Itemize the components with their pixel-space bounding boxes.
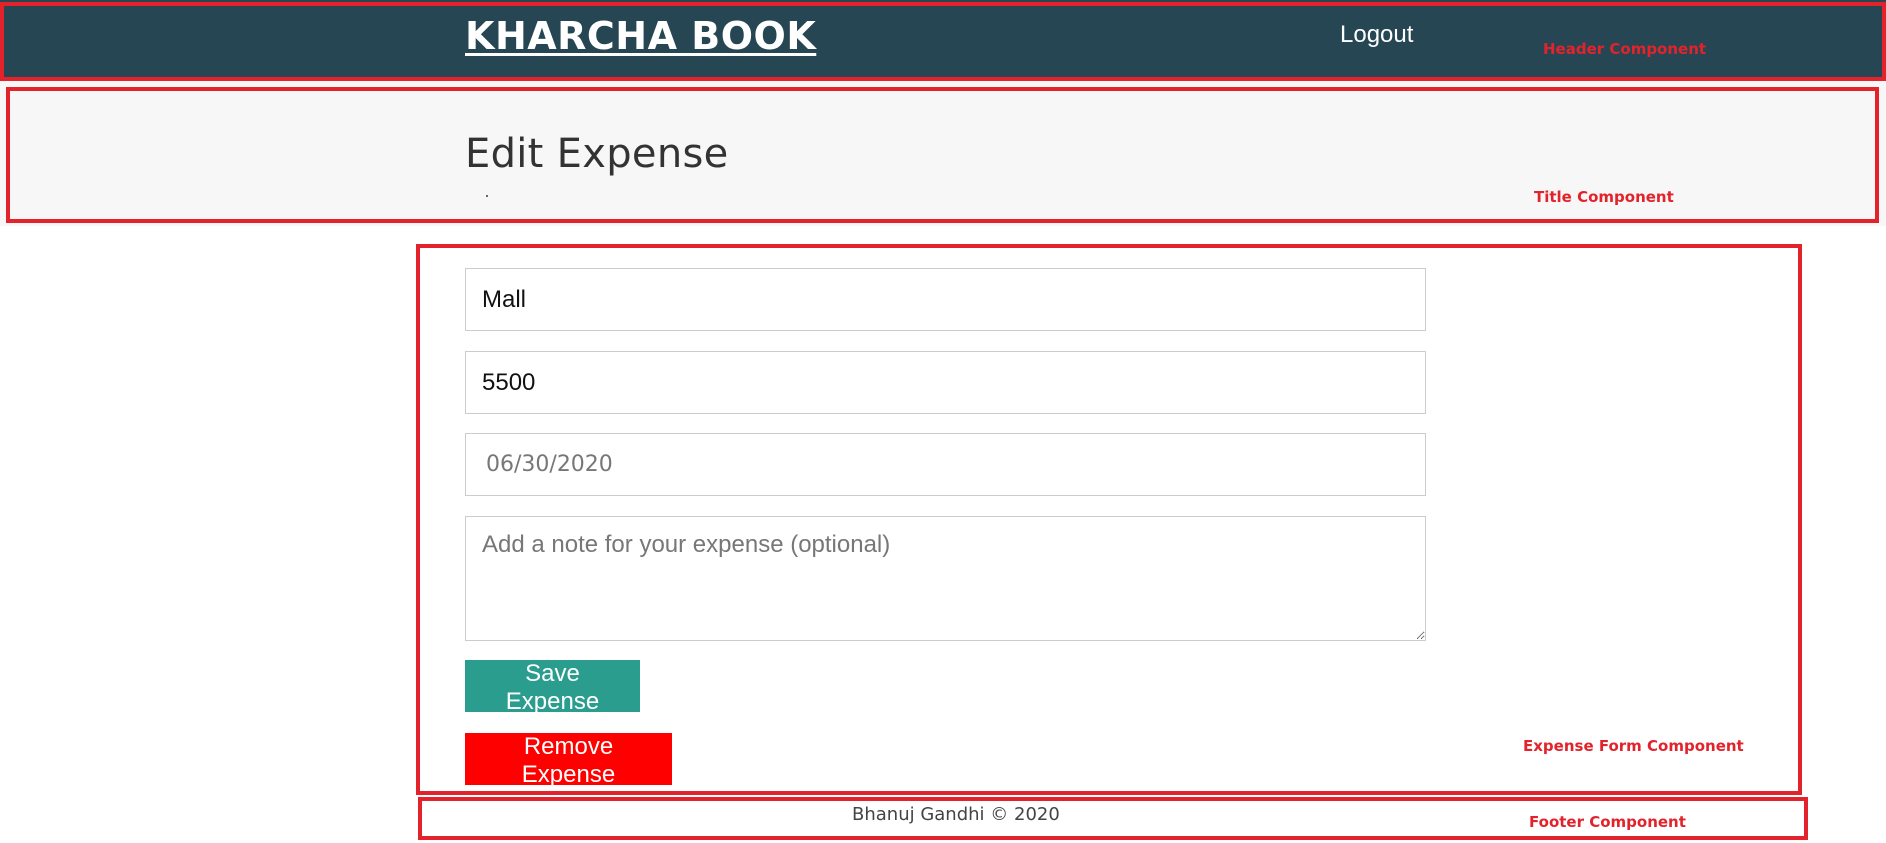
form-annotation-box [416, 244, 1802, 795]
header-annotation-label: Header Component [1543, 40, 1707, 58]
footer-annotation-label: Footer Component [1529, 813, 1686, 831]
form-annotation-label: Expense Form Component [1523, 737, 1744, 755]
title-annotation-label: Title Component [1534, 188, 1674, 206]
